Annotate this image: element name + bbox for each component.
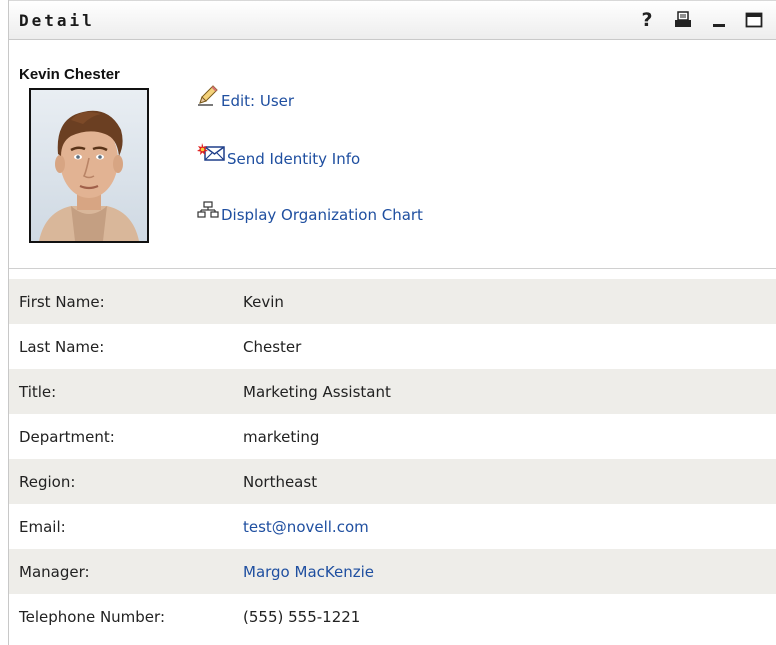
attribute-row-title: Title: Marketing Assistant xyxy=(9,369,776,414)
attribute-label: Telephone Number: xyxy=(19,607,165,626)
envelope-icon xyxy=(197,142,225,168)
send-identity-info-link[interactable]: Send Identity Info xyxy=(197,142,360,168)
help-icon[interactable]: ? xyxy=(637,9,657,31)
attribute-label: First Name: xyxy=(19,292,105,311)
maximize-icon[interactable] xyxy=(744,9,764,31)
pencil-icon xyxy=(197,84,219,110)
email-link[interactable]: test@novell.com xyxy=(243,518,776,536)
attribute-row-region: Region: Northeast xyxy=(9,459,776,504)
manager-link[interactable]: Margo MacKenzie xyxy=(243,563,776,581)
attribute-row-first-name: First Name: Kevin xyxy=(9,279,776,324)
attribute-label: Title: xyxy=(19,382,57,401)
attribute-label: Department: xyxy=(19,427,115,446)
attribute-label: Region: xyxy=(19,472,76,491)
print-icon[interactable] xyxy=(673,9,693,31)
attribute-value: marketing xyxy=(243,427,320,446)
user-name: Kevin Chester xyxy=(19,66,120,83)
attribute-label: Email: xyxy=(19,517,66,536)
attribute-value: Northeast xyxy=(243,472,318,491)
attribute-value: (555) 555-1221 xyxy=(243,607,361,626)
attribute-row-email: Email: test@novell.com xyxy=(9,504,776,549)
attribute-value: Chester xyxy=(243,337,302,356)
send-identity-info-label: Send Identity Info xyxy=(227,150,361,168)
display-org-chart-label: Display Organization Chart xyxy=(221,206,423,224)
attribute-row-department: Department: marketing xyxy=(9,414,776,459)
attribute-value: Kevin xyxy=(243,292,284,311)
minimize-icon[interactable] xyxy=(709,9,729,31)
user-attributes: First Name: Kevin Last Name: Chester Tit… xyxy=(9,279,776,639)
user-photo xyxy=(29,88,149,243)
detail-panel: Detail ? Kevin Chester Edit: User Send I… xyxy=(8,0,776,645)
attribute-row-manager: Manager: Margo MacKenzie xyxy=(9,549,776,594)
panel-title: Detail xyxy=(19,11,95,30)
attribute-row-last-name: Last Name: Chester xyxy=(9,324,776,369)
display-org-chart-link[interactable]: Display Organization Chart xyxy=(197,200,423,224)
user-summary: Kevin Chester Edit: User Send Identity I… xyxy=(9,40,776,269)
edit-user-link[interactable]: Edit: User xyxy=(197,84,294,110)
attribute-row-telephone: Telephone Number: (555) 555-1221 xyxy=(9,594,776,639)
attribute-label: Manager: xyxy=(19,562,90,581)
org-chart-icon xyxy=(197,200,219,224)
attribute-value: Marketing Assistant xyxy=(243,382,391,401)
panel-titlebar: Detail ? xyxy=(9,0,776,40)
attribute-label: Last Name: xyxy=(19,337,105,356)
edit-user-label: Edit: User xyxy=(221,92,295,110)
